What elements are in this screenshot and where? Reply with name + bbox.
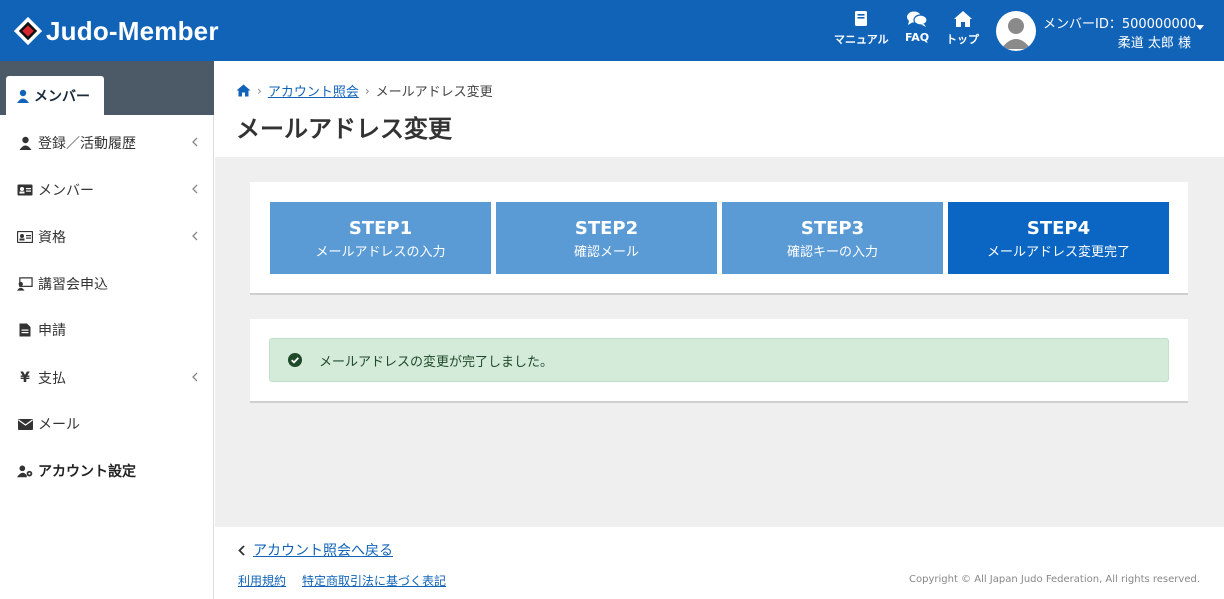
breadcrumb-link-account[interactable]: アカウント照会: [268, 81, 359, 100]
sidebar-item-label: 資格: [38, 230, 66, 246]
sidebar-item-application[interactable]: 申請: [0, 312, 214, 348]
id-card-icon: [17, 184, 33, 196]
breadcrumb-separator: ›: [364, 83, 370, 98]
alert-message: メールアドレスの変更が完了しました。: [319, 354, 554, 370]
sidebar-item-payment[interactable]: ¥ 支払: [0, 360, 214, 396]
avatar[interactable]: [996, 11, 1036, 51]
lecture-icon: [17, 277, 33, 291]
sidebar-item-label: アカウント設定: [38, 464, 136, 480]
step-subtitle: メールアドレス変更完了: [986, 245, 1130, 260]
sidebar-item-label: 支払: [38, 371, 66, 387]
certificate-icon: [17, 231, 33, 243]
step-subtitle: 確認メール: [573, 245, 639, 260]
logo[interactable]: Judo-Member: [13, 15, 219, 47]
member-id[interactable]: メンバーID：500000000: [1043, 13, 1196, 32]
step-subtitle: 確認キーの入力: [786, 245, 878, 260]
step-title: STEP1: [348, 218, 413, 239]
nav-manual-label: マニュアル: [834, 33, 889, 46]
chevron-left-icon: [192, 231, 198, 241]
step-title: STEP4: [1026, 218, 1091, 239]
terms-link[interactable]: 利用規約: [238, 572, 286, 589]
sidebar-item-mail[interactable]: メール: [0, 406, 214, 442]
step-4-active: STEP4 メールアドレス変更完了: [948, 202, 1169, 274]
envelope-icon: [17, 418, 33, 430]
sidebar-item-qualification[interactable]: 資格: [0, 219, 214, 255]
nav-top[interactable]: トップ: [946, 10, 979, 47]
top-header: Judo-Member マニュアル FAQ トップ メンバーID：5000000…: [0, 0, 1224, 61]
user-icon: [17, 89, 29, 103]
logo-diamond-icon: [13, 16, 43, 46]
sidebar-header: メンバー: [0, 61, 214, 115]
nav-faq[interactable]: FAQ: [905, 10, 929, 44]
copyright: Copyright © All Japan Judo Federation, A…: [909, 574, 1200, 585]
sidebar-tab-member[interactable]: メンバー: [6, 76, 104, 115]
sidebar-item-label: 講習会申込: [38, 277, 108, 293]
back-link[interactable]: アカウント照会へ戻る: [238, 540, 393, 560]
nav-faq-label: FAQ: [905, 31, 930, 44]
check-circle-icon: [288, 353, 302, 367]
logo-text: Judo-Member: [46, 15, 219, 46]
chevron-left-icon: [192, 137, 198, 147]
step-2: STEP2 確認メール: [496, 202, 717, 274]
breadcrumb-separator: ›: [257, 83, 262, 98]
breadcrumb: › アカウント照会 › メールアドレス変更: [236, 81, 493, 100]
yen-icon: ¥: [20, 370, 30, 386]
sidebar-item-label: 申請: [38, 323, 66, 339]
home-icon: [953, 11, 972, 27]
chat-icon: [907, 11, 928, 27]
user-menu-caret-icon[interactable]: [1196, 25, 1204, 30]
user-gear-icon: [17, 464, 33, 478]
user-icon: [17, 136, 33, 150]
page-title: メールアドレス変更: [236, 115, 452, 143]
step-3: STEP3 確認キーの入力: [722, 202, 943, 274]
step-1: STEP1 メールアドレスの入力: [270, 202, 491, 274]
sidebar-item-account-settings[interactable]: アカウント設定: [0, 453, 214, 489]
nav-manual[interactable]: マニュアル: [834, 10, 889, 47]
sidebar-item-label: メンバー: [38, 183, 94, 199]
step-title: STEP3: [800, 218, 865, 239]
sidebar-item-label: メール: [38, 417, 80, 433]
sidebar-item-history[interactable]: 登録／活動履歴: [0, 125, 214, 161]
nav-top-label: トップ: [946, 33, 979, 46]
book-icon: [855, 11, 868, 26]
member-name[interactable]: 柔道 太郎 様: [1118, 32, 1191, 51]
step-title: STEP2: [574, 218, 639, 239]
sidebar-item-member[interactable]: メンバー: [0, 172, 214, 208]
home-icon[interactable]: [236, 84, 251, 97]
document-icon: [17, 323, 33, 337]
sidebar-item-lecture[interactable]: 講習会申込: [0, 266, 214, 302]
success-alert: メールアドレスの変更が完了しました。: [269, 338, 1169, 382]
step-subtitle: メールアドレスの入力: [315, 245, 446, 260]
chevron-left-icon: [192, 184, 198, 194]
breadcrumb-current: メールアドレス変更: [375, 85, 493, 100]
back-link-text[interactable]: アカウント照会へ戻る: [253, 540, 393, 560]
sidebar-tab-label: メンバー: [34, 88, 90, 105]
sidebar-item-label: 登録／活動履歴: [38, 136, 136, 152]
chevron-left-icon: [238, 544, 245, 556]
chevron-left-icon: [192, 372, 198, 382]
commerce-law-link[interactable]: 特定商取引法に基づく表記: [302, 572, 446, 589]
